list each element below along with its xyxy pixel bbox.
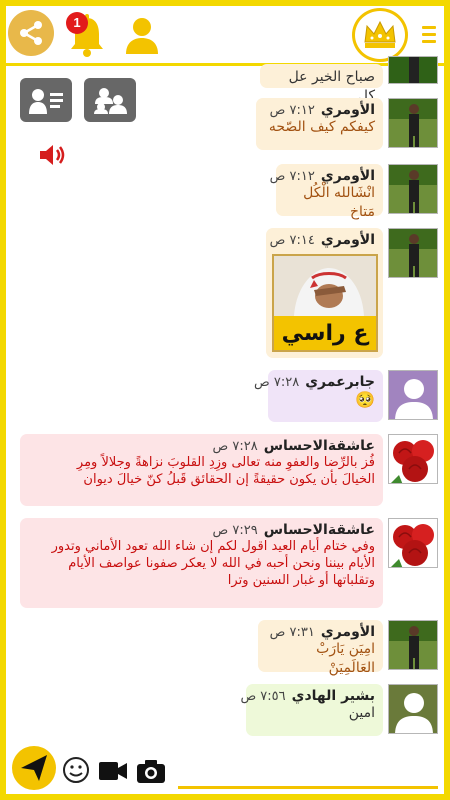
sticker-picture	[274, 256, 376, 316]
default-avatar-icon	[389, 685, 437, 733]
message-bubble: الأومري ٧:١٢ ص كيفكم كيف الصّحه	[256, 98, 383, 150]
message-time: ٧:٢٨ ص	[254, 375, 300, 390]
message-bubble: الأومري ٧:٣١ ص امِيَن يَارَبْ العَالَمِيَ…	[258, 620, 383, 676]
message-time: ٧:٢٩ ص	[212, 523, 258, 538]
send-button[interactable]	[12, 746, 56, 790]
app-frame: 1 صباح الخير عل كل الأومري٧:١٢ ص كيفكم ك…	[0, 0, 450, 800]
avatar-roses	[389, 435, 437, 483]
avatar-photo	[389, 99, 437, 147]
message-text-line: وفي ختام أيام العيد اقول لكم إن شاء الله…	[51, 539, 375, 554]
avatar-photo	[389, 229, 437, 277]
message-time: ٧:٥٦ ص	[240, 689, 286, 704]
menu-icon[interactable]	[422, 26, 436, 44]
sender-name[interactable]: عاشقةالاحساس	[264, 522, 375, 538]
sticker-caption: ع راسي	[274, 316, 376, 350]
sender-name[interactable]: الأومري	[321, 624, 375, 640]
user-icon[interactable]	[124, 16, 160, 54]
camera-icon[interactable]	[136, 758, 166, 784]
avatar[interactable]	[388, 98, 438, 148]
avatar[interactable]	[388, 684, 438, 734]
message-time: ٧:١٢ ص	[269, 169, 315, 184]
avatar[interactable]	[388, 56, 438, 84]
message-text: كيفكم كيف الصّحه	[268, 119, 375, 135]
message-bubble: بشير الهادي ٧:٥٦ ص امين	[240, 684, 383, 736]
message-time: ٧:٢٨ ص	[212, 439, 258, 454]
default-avatar-icon	[389, 371, 437, 419]
avatar[interactable]	[388, 518, 438, 568]
crown-logo	[352, 8, 408, 62]
group-button[interactable]	[84, 78, 136, 122]
share-icon	[20, 21, 42, 45]
message-bubble: صباح الخير عل كل	[260, 64, 383, 104]
send-icon	[21, 755, 47, 781]
message-bubble: جابرعمري ٧:٢٨ ص 🥺	[254, 370, 383, 422]
message-time: ٧:١٤ ص	[269, 233, 315, 248]
message-text: انْشَالله الْكُل مَتاخ	[303, 185, 375, 220]
message-text-line: وتقلباتها أو غبار السنين وترا	[227, 573, 375, 588]
avatar[interactable]	[388, 620, 438, 670]
avatar-photo	[389, 165, 437, 213]
speaker-icon[interactable]	[38, 142, 68, 168]
group-icon	[94, 88, 127, 114]
message-text: امين	[348, 705, 375, 721]
avatar[interactable]	[388, 164, 438, 214]
message-input[interactable]	[178, 786, 438, 789]
sender-name[interactable]: عاشقةالاحساس	[264, 438, 375, 454]
notifications-button[interactable]: 1	[66, 12, 108, 58]
avatar[interactable]	[388, 228, 438, 278]
avatar-photo	[389, 621, 437, 669]
message-text-line: الخيالَ بأن يكون حقيقةً إن الحقائق قَبلُ…	[83, 472, 375, 487]
video-icon[interactable]	[98, 760, 128, 782]
sticker-image[interactable]: ع راسي	[272, 254, 378, 352]
message-time: ٧:١٢ ص	[269, 103, 315, 118]
sender-name[interactable]: الأومري	[321, 168, 375, 184]
user-list-button[interactable]	[20, 78, 72, 122]
input-bar	[6, 742, 444, 794]
emoji-icon[interactable]	[62, 756, 90, 784]
avatar[interactable]	[388, 370, 438, 420]
avatar[interactable]	[388, 434, 438, 484]
message-time: ٧:٣١ ص	[269, 625, 315, 640]
share-button[interactable]	[8, 10, 54, 56]
message-text-line: الأيام بيننا ونحن أحبه في الله لا يعكر ص…	[68, 556, 375, 571]
message-text-line: فُز بالرِّضا والعفوِ منه تعالى وزِدِ الق…	[76, 455, 375, 470]
message-bubble: عاشقةالاحساس ٧:٢٩ ص وفي ختام أيام العيد ا…	[20, 518, 383, 608]
sender-name[interactable]: الأومري	[321, 232, 375, 248]
sender-name[interactable]: جابرعمري	[305, 374, 375, 390]
avatar-roses	[389, 519, 437, 567]
message-text: امِيَن يَارَبْ العَالَمِيَنْ	[316, 641, 375, 676]
top-bar: 1	[6, 6, 444, 66]
notification-badge: 1	[66, 12, 88, 34]
avatar-photo	[389, 57, 437, 83]
message-emoji: 🥺	[355, 390, 375, 409]
message-bubble: الأومري ٧:١٢ ص انْشَالله الْكُل مَتاخ	[270, 164, 383, 220]
user-list-icon	[29, 89, 63, 114]
message-bubble: عاشقةالاحساس ٧:٢٨ ص فُز بالرِّضا والعفوِ …	[20, 434, 383, 506]
sender-name[interactable]: الأومري	[321, 102, 375, 118]
sender-name[interactable]: بشير الهادي	[292, 688, 375, 704]
